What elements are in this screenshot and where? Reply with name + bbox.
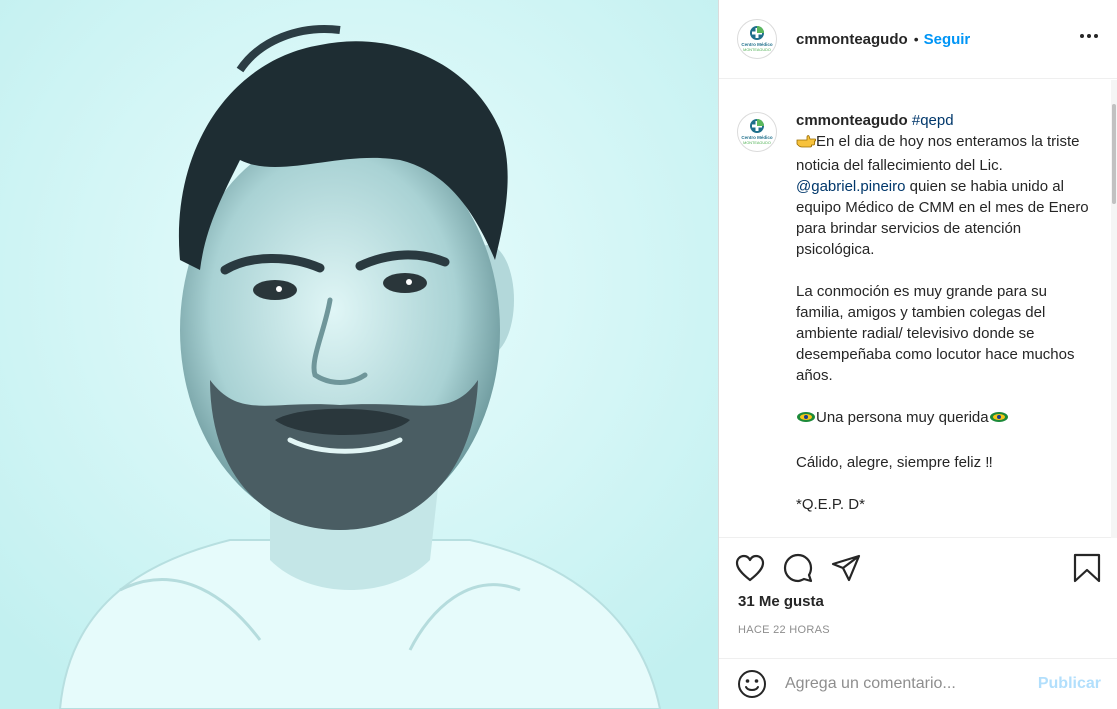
caption-mention[interactable]: @gabriel.pineiro: [796, 178, 905, 195]
smiley-icon: [738, 670, 766, 698]
caption-text: cmmonteagudo #qepd En el dia de hoy nos …: [796, 110, 1096, 515]
logo-line2: MONTEAGUDO: [743, 48, 771, 52]
caption-para5: *Q.E.P. D*: [796, 496, 865, 513]
caption-para2: La conmoción es muy grande para su famil…: [796, 283, 1075, 384]
post-header: Centro Médico MONTEAGUDO cmmonteagudo • …: [719, 0, 1117, 79]
more-options-icon[interactable]: [1079, 26, 1099, 52]
caption-avatar[interactable]: Centro Médico MONTEAGUDO: [737, 112, 777, 152]
portrait-photo-image: [0, 0, 718, 709]
logo-line1: Centro Médico: [741, 135, 773, 140]
post-timestamp[interactable]: HACE 22 HORAS: [738, 624, 830, 636]
like-button[interactable]: [735, 548, 775, 588]
logo-line1: Centro Médico: [741, 42, 773, 47]
logo-line2: MONTEAGUDO: [743, 141, 771, 145]
comment-icon: [783, 553, 813, 583]
comment-button[interactable]: [783, 548, 823, 588]
caption-scrollbar[interactable]: [1111, 80, 1117, 538]
bookmark-icon: [1073, 553, 1101, 583]
caption-line1: En el dia de hoy nos enteramos la triste…: [796, 133, 1080, 174]
caption-username[interactable]: cmmonteagudo: [796, 112, 908, 129]
comment-input[interactable]: [785, 675, 1025, 693]
post-details-panel: Centro Médico MONTEAGUDO cmmonteagudo • …: [718, 0, 1117, 709]
action-bar: [719, 548, 1117, 588]
follow-button[interactable]: Seguir: [924, 31, 971, 48]
caption-para3: Una persona muy querida: [816, 409, 989, 426]
scrollbar-thumb[interactable]: [1112, 104, 1116, 204]
pointing-hand-icon: [796, 133, 817, 155]
header-username[interactable]: cmmonteagudo: [796, 31, 908, 48]
share-icon: [831, 554, 861, 582]
heart-icon: [735, 554, 765, 582]
caption-para4: Cálido, alegre, siempre feliz ‼: [796, 454, 993, 471]
likes-count[interactable]: 31 Me gusta: [738, 593, 824, 610]
emoji-picker-button[interactable]: [737, 668, 769, 700]
caption-hashtag[interactable]: #qepd: [912, 112, 954, 129]
separator-dot: •: [913, 31, 919, 47]
ribbon-icon: [796, 409, 816, 431]
publish-button[interactable]: Publicar: [1038, 675, 1101, 693]
clinic-logo-icon: Centro Médico MONTEAGUDO: [741, 26, 773, 52]
ribbon-icon: [989, 409, 1009, 431]
post-photo[interactable]: [0, 0, 718, 709]
save-button[interactable]: [1061, 548, 1101, 588]
share-button[interactable]: [831, 548, 871, 588]
clinic-logo-icon: Centro Médico MONTEAGUDO: [741, 119, 773, 145]
caption-area: Centro Médico MONTEAGUDO cmmonteagudo #q…: [719, 80, 1117, 538]
avatar[interactable]: Centro Médico MONTEAGUDO: [737, 19, 777, 59]
comment-bar: Publicar: [719, 658, 1117, 709]
